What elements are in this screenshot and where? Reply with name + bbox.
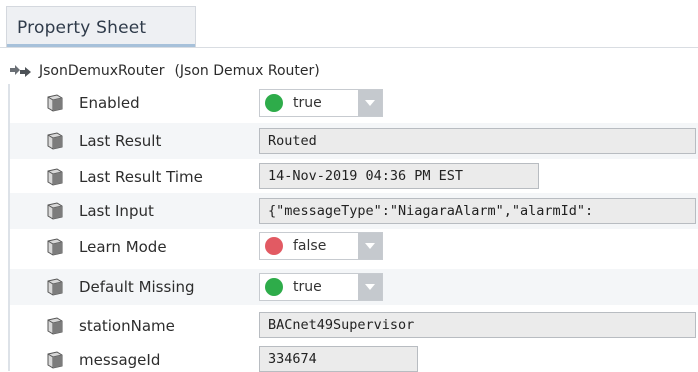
slot-icon [47, 202, 63, 220]
slot-icon [47, 132, 63, 150]
property-row-station-name[interactable]: stationName BACnet49Supervisor [10, 308, 698, 344]
property-label: messageId [79, 351, 161, 369]
property-label: Enabled [79, 94, 140, 112]
last-input-field[interactable]: {"messageType":"NiagaraAlarm","alarmId": [259, 198, 696, 224]
property-label: stationName [79, 317, 175, 335]
property-row-last-result-time[interactable]: Last Result Time 14-Nov-2019 04:36 PM ES… [10, 159, 698, 195]
property-row-default-missing[interactable]: Default Missing true [10, 269, 698, 305]
slot-icon [47, 238, 63, 256]
property-row-learn-mode[interactable]: Learn Mode false [10, 229, 698, 265]
chevron-down-icon[interactable] [358, 274, 382, 300]
tab-active-indicator [7, 44, 195, 47]
component-type: (Json Demux Router) [174, 63, 320, 79]
default-missing-select[interactable]: true [259, 273, 383, 301]
router-icon [10, 65, 31, 77]
slot-icon [47, 351, 63, 369]
station-name-field[interactable]: BACnet49Supervisor [259, 312, 696, 338]
tab-bar: Property Sheet [0, 0, 698, 48]
slot-icon [47, 168, 63, 186]
default-missing-value: true [293, 279, 322, 295]
slot-icon [47, 278, 63, 296]
status-dot-icon [265, 94, 283, 112]
property-row-last-result[interactable]: Last Result Routed [10, 123, 698, 159]
property-label: Last Result [79, 132, 162, 150]
property-label: Default Missing [79, 278, 195, 296]
enabled-value: true [293, 95, 322, 111]
learn-mode-value: false [293, 238, 327, 254]
status-dot-icon [265, 278, 283, 296]
property-label: Learn Mode [79, 238, 167, 256]
chevron-down-icon[interactable] [358, 90, 382, 116]
status-dot-icon [265, 237, 283, 255]
property-row-enabled[interactable]: Enabled true [10, 85, 698, 121]
property-row-message-id[interactable]: messageId 334674 [10, 342, 698, 372]
tab-label: Property Sheet [17, 18, 147, 38]
learn-mode-select[interactable]: false [259, 232, 383, 260]
slot-icon [47, 317, 63, 335]
chevron-down-icon[interactable] [358, 233, 382, 259]
property-label: Last Input [79, 202, 154, 220]
last-result-time-field[interactable]: 14-Nov-2019 04:36 PM EST [259, 163, 539, 189]
property-row-last-input[interactable]: Last Input {"messageType":"NiagaraAlarm"… [10, 193, 698, 229]
last-result-field[interactable]: Routed [259, 128, 696, 154]
enabled-select[interactable]: true [259, 89, 383, 117]
message-id-field[interactable]: 334674 [259, 346, 418, 372]
property-label: Last Result Time [79, 168, 203, 186]
component-name: JsonDemuxRouter [39, 63, 165, 79]
tab-property-sheet[interactable]: Property Sheet [6, 6, 196, 47]
slot-icon [47, 94, 63, 112]
component-header[interactable]: JsonDemuxRouter (Json Demux Router) [9, 60, 320, 82]
